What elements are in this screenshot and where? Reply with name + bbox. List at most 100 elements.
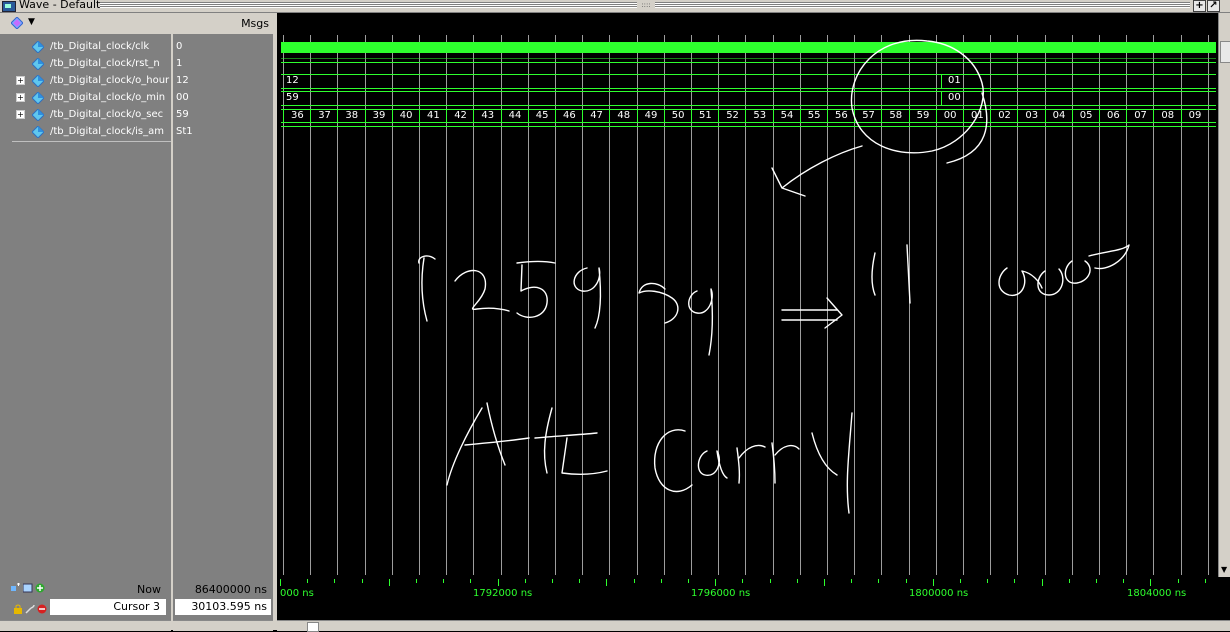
value-pane-header: Msgs — [173, 13, 273, 35]
expand-icon[interactable]: + — [16, 93, 25, 102]
signal-row[interactable]: /tb_Digital_clock/rst_n — [0, 56, 171, 73]
timeline-tick — [361, 579, 363, 583]
timeline-tick — [334, 579, 336, 583]
wave-hscrollbar[interactable] — [277, 620, 1230, 632]
dock-window-button[interactable]: ↗ — [1207, 0, 1220, 12]
expand-icon[interactable]: + — [16, 76, 25, 85]
signal-diamond-icon — [32, 41, 44, 53]
now-value: 86400000 ns — [194, 583, 267, 596]
scroll-down-arrow-icon[interactable]: ▼ — [1221, 565, 1227, 574]
cursor-name-pane: Now Cursor 3 — [0, 577, 171, 631]
timeline-tick — [1068, 579, 1070, 583]
timeline-tick — [470, 579, 472, 583]
timeline-tick — [416, 579, 417, 583]
signal-diamond-icon — [32, 75, 44, 87]
timeline-tick — [552, 579, 553, 583]
timeline-tick — [878, 579, 880, 583]
expand-icon[interactable]: + — [16, 110, 25, 119]
timeline-tick — [769, 579, 771, 583]
timeline-tick — [987, 579, 989, 583]
cursor-3-label[interactable]: Cursor 3 — [50, 599, 166, 615]
signal-name: /tb_Digital_clock/is_am — [50, 126, 164, 137]
handwritten-annotation — [418, 39, 1130, 514]
timeline-tick — [851, 579, 853, 583]
signal-row[interactable]: + /tb_Digital_clock/o_min — [0, 90, 171, 107]
wave-hscroll-thumb[interactable] — [307, 622, 319, 632]
signal-name: /tb_Digital_clock/o_hour — [50, 75, 170, 86]
wave-window-icon — [2, 1, 16, 12]
timeline-label: 1800000 ns — [909, 588, 969, 599]
timeline-tick — [932, 579, 934, 586]
vertical-scrollbar[interactable]: ▼ — [1218, 13, 1230, 577]
timeline-tick — [307, 579, 309, 583]
timeline-tick — [633, 579, 635, 583]
timeline-tick — [824, 579, 825, 586]
signal-value: 59 — [176, 109, 189, 120]
signal-row[interactable]: /tb_Digital_clock/is_am — [0, 124, 171, 141]
timeline-tick — [1204, 579, 1206, 583]
timeline-tick — [1150, 579, 1152, 586]
timeline-label: 000 ns — [280, 588, 314, 599]
timeline-tick — [524, 579, 526, 583]
timeline-tick — [688, 579, 689, 583]
timeline-tick — [905, 579, 907, 583]
signal-diamond-icon — [32, 58, 44, 70]
timeline-tick — [1096, 579, 1097, 583]
timeline-tick — [1014, 579, 1016, 583]
timeline-ruler[interactable]: 000 ns 1792000 ns 1796000 ns 1800000 ns 1804… — [277, 577, 1230, 632]
waveform-pane[interactable]: 12 01 59 00 36 37 38 39 40 41 42 43 44 45 46 47 48 49… — [277, 13, 1217, 577]
wrench-icon[interactable] — [25, 604, 35, 614]
timeline-label: 1792000 ns — [473, 588, 533, 599]
plus-cursor-icon[interactable] — [35, 583, 45, 593]
signal-name: /tb_Digital_clock/o_min — [50, 92, 166, 103]
timeline-tick — [960, 579, 961, 583]
signal-value: 1 — [176, 58, 183, 69]
add-cursor-icon[interactable] — [11, 583, 21, 593]
now-label: Now — [137, 583, 161, 596]
timeline-tick — [497, 579, 499, 586]
signal-diamond-icon — [32, 92, 44, 104]
lock-icon[interactable] — [13, 604, 23, 614]
signal-row[interactable]: /tb_Digital_clock/clk — [0, 39, 171, 56]
signal-name: /tb_Digital_clock/clk — [50, 41, 150, 52]
signal-diamond-icon — [32, 109, 44, 121]
name-hscrollbar[interactable] — [0, 620, 171, 631]
msgs-label: Msgs — [241, 17, 269, 30]
timeline-tick — [1123, 579, 1125, 583]
chevron-down-icon[interactable]: ▼ — [28, 17, 35, 27]
timeline-label: 1804000 ns — [1127, 588, 1187, 599]
cursor-3-value[interactable]: 30103.595 ns — [175, 599, 271, 615]
timeline-label: 1796000 ns — [691, 588, 751, 599]
signal-diamond-icon — [32, 126, 44, 138]
signal-name: /tb_Digital_clock/o_sec — [50, 109, 164, 120]
delete-cursor-icon[interactable] — [37, 604, 47, 614]
add-pane-button[interactable]: + — [1193, 0, 1206, 12]
edit-cursor-icon[interactable] — [23, 583, 33, 593]
signal-row[interactable]: + /tb_Digital_clock/o_sec — [0, 107, 171, 124]
value-hscrollbar[interactable] — [173, 620, 273, 631]
timeline-tick — [660, 579, 662, 583]
signal-value: 12 — [176, 75, 189, 86]
signal-value: St1 — [176, 126, 193, 137]
timeline-tick — [1041, 579, 1043, 586]
timeline-tick — [388, 579, 390, 586]
wave-diamond-icon[interactable] — [11, 17, 23, 29]
timeline-tick — [579, 579, 581, 583]
timeline-tick — [796, 579, 798, 583]
name-pane-header: ▼ — [0, 13, 171, 35]
timeline-tick — [1177, 579, 1179, 583]
vertical-scroll-thumb[interactable] — [1220, 41, 1230, 63]
window-titlebar: Wave - Default :::: + ↗ — [0, 0, 1230, 13]
timeline-tick — [606, 579, 608, 586]
signal-value: 00 — [176, 92, 189, 103]
cursor-value-pane: 86400000 ns 30103.595 ns — [173, 577, 273, 631]
timeline-tick — [742, 579, 744, 583]
window-title: Wave - Default — [19, 0, 101, 11]
titlebar-grip-handle[interactable]: :::: — [637, 2, 655, 9]
signal-value: 0 — [176, 41, 183, 52]
signal-value-pane: Msgs 0 1 12 00 59 St1 — [173, 13, 273, 577]
signal-name: /tb_Digital_clock/rst_n — [50, 58, 160, 69]
signal-row[interactable]: + /tb_Digital_clock/o_hour — [0, 73, 171, 90]
timeline-tick — [443, 579, 445, 583]
signal-name-pane: ▼ /tb_Digital_clock/clk/tb_Digital_clock… — [0, 13, 270, 577]
